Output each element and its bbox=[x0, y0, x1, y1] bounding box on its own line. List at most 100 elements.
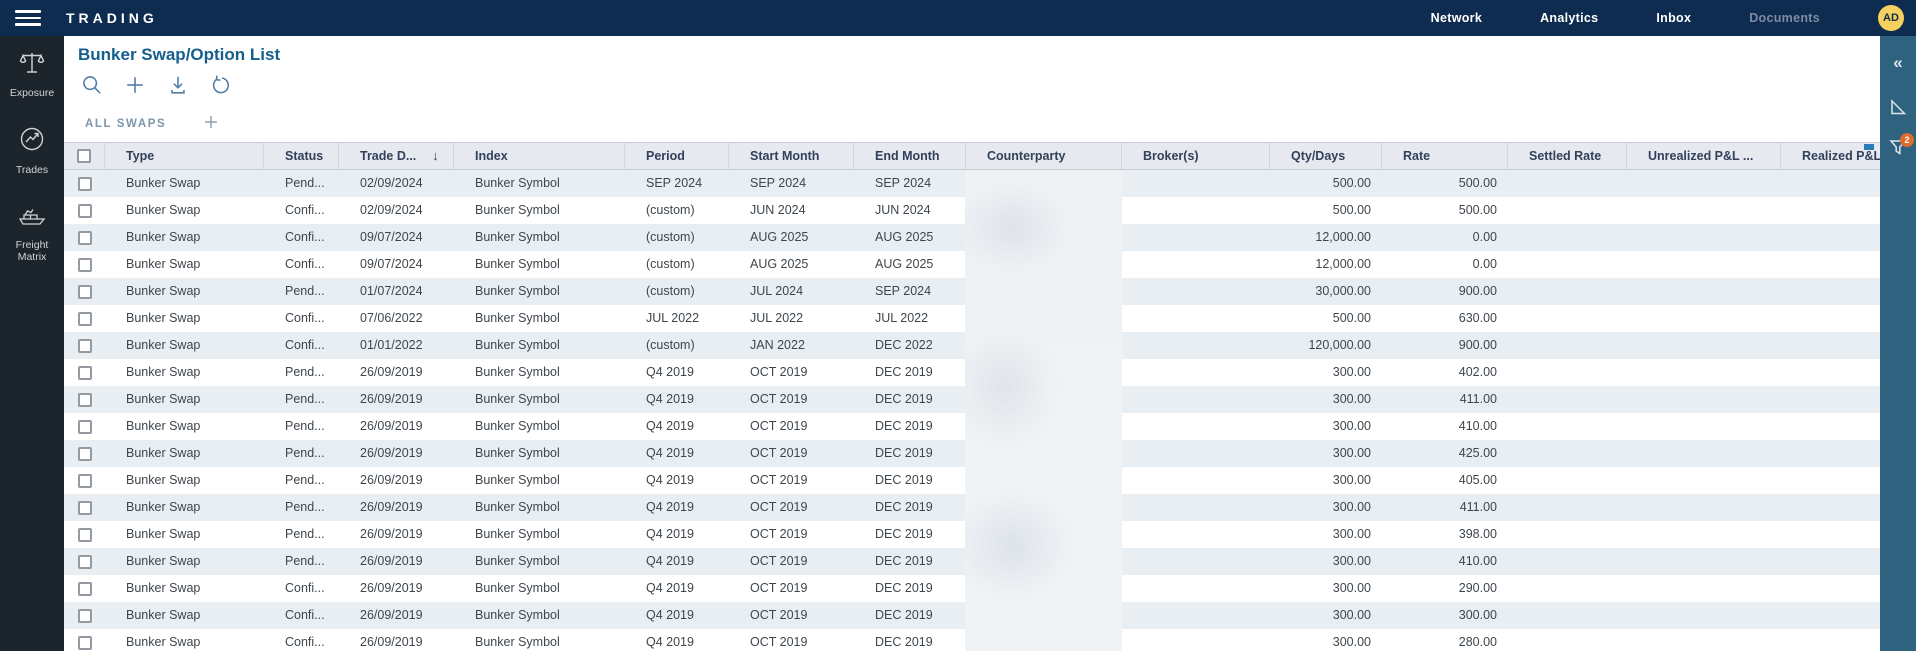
cell-settled-rate bbox=[1508, 278, 1627, 305]
cell-index: Bunker Symbol bbox=[454, 197, 625, 224]
nav-item-inbox[interactable]: Inbox bbox=[1656, 11, 1691, 25]
measure-tool-button[interactable] bbox=[1880, 92, 1916, 126]
row-checkbox[interactable] bbox=[78, 177, 92, 191]
nav-item-network[interactable]: Network bbox=[1431, 11, 1482, 25]
cell-settled-rate bbox=[1508, 251, 1627, 278]
col-header-qty-days[interactable]: Qty/Days bbox=[1270, 143, 1382, 169]
row-checkbox[interactable] bbox=[78, 231, 92, 245]
row-select-cell bbox=[64, 413, 105, 440]
cell-settled-rate bbox=[1508, 359, 1627, 386]
cell-start-month: SEP 2024 bbox=[729, 170, 854, 197]
download-button[interactable] bbox=[166, 75, 190, 99]
nav-item-analytics[interactable]: Analytics bbox=[1540, 11, 1598, 25]
cell-brokers bbox=[1122, 251, 1270, 278]
col-header-brokers[interactable]: Broker(s) bbox=[1122, 143, 1270, 169]
cell-brokers bbox=[1122, 305, 1270, 332]
cell-unrealized-pl bbox=[1627, 548, 1781, 575]
cell-unrealized-pl bbox=[1627, 278, 1781, 305]
row-select-cell bbox=[64, 602, 105, 629]
cell-start-month: AUG 2025 bbox=[729, 251, 854, 278]
add-trade-button[interactable] bbox=[123, 75, 147, 99]
row-checkbox[interactable] bbox=[78, 258, 92, 272]
row-checkbox[interactable] bbox=[78, 609, 92, 623]
sidebar-item-exposure[interactable]: Exposure bbox=[0, 36, 64, 99]
tab-all-swaps[interactable]: ALL SWAPS bbox=[85, 118, 166, 130]
cell-start-month: JUL 2024 bbox=[729, 278, 854, 305]
row-checkbox[interactable] bbox=[78, 420, 92, 434]
row-checkbox[interactable] bbox=[78, 447, 92, 461]
cell-period: Q4 2019 bbox=[625, 629, 729, 651]
add-tab-button[interactable] bbox=[202, 113, 220, 136]
view-tabs: ALL SWAPS bbox=[85, 112, 220, 136]
row-checkbox[interactable] bbox=[78, 285, 92, 299]
col-header-unrealized-pl[interactable]: Unrealized P&L ... bbox=[1627, 143, 1781, 169]
table-header-row: Type Status Trade D... ↓ Index Period St… bbox=[64, 142, 1880, 170]
cell-type: Bunker Swap bbox=[105, 170, 264, 197]
cell-realized-pl bbox=[1781, 386, 1880, 413]
row-checkbox[interactable] bbox=[78, 474, 92, 488]
row-checkbox[interactable] bbox=[78, 204, 92, 218]
cell-status: Pend... bbox=[264, 521, 339, 548]
row-checkbox[interactable] bbox=[78, 366, 92, 380]
cell-qty-days: 300.00 bbox=[1270, 548, 1382, 575]
col-header-start-month[interactable]: Start Month bbox=[729, 143, 854, 169]
row-checkbox[interactable] bbox=[78, 339, 92, 353]
nav-item-documents[interactable]: Documents bbox=[1749, 11, 1820, 25]
row-checkbox[interactable] bbox=[78, 528, 92, 542]
cell-trade-date: 26/09/2019 bbox=[339, 440, 454, 467]
cell-realized-pl bbox=[1781, 440, 1880, 467]
row-select-cell bbox=[64, 278, 105, 305]
cell-start-month: OCT 2019 bbox=[729, 467, 854, 494]
cell-status: Pend... bbox=[264, 440, 339, 467]
cell-settled-rate bbox=[1508, 224, 1627, 251]
cell-qty-days: 300.00 bbox=[1270, 602, 1382, 629]
sidebar-item-freight-matrix[interactable]: Freight Matrix bbox=[0, 188, 64, 263]
cell-period: (custom) bbox=[625, 197, 729, 224]
cell-unrealized-pl bbox=[1627, 332, 1781, 359]
cell-rate: 410.00 bbox=[1382, 413, 1508, 440]
cell-start-month: OCT 2019 bbox=[729, 413, 854, 440]
col-header-rate[interactable]: Rate bbox=[1382, 143, 1508, 169]
row-checkbox[interactable] bbox=[78, 393, 92, 407]
cell-index: Bunker Symbol bbox=[454, 521, 625, 548]
col-header-end-month[interactable]: End Month bbox=[854, 143, 966, 169]
sort-desc-icon[interactable]: ↓ bbox=[432, 143, 439, 169]
filter-button[interactable]: 2 bbox=[1880, 132, 1916, 166]
cell-qty-days: 300.00 bbox=[1270, 413, 1382, 440]
cell-settled-rate bbox=[1508, 170, 1627, 197]
scrollbar-thumb[interactable] bbox=[1864, 144, 1874, 150]
row-checkbox[interactable] bbox=[78, 501, 92, 515]
cell-end-month: DEC 2019 bbox=[854, 440, 966, 467]
user-avatar[interactable]: AD bbox=[1878, 5, 1904, 31]
search-button[interactable] bbox=[80, 75, 104, 99]
cell-realized-pl bbox=[1781, 251, 1880, 278]
col-header-index[interactable]: Index bbox=[454, 143, 625, 169]
col-header-type[interactable]: Type bbox=[105, 143, 264, 169]
col-header-status[interactable]: Status bbox=[264, 143, 339, 169]
cell-brokers bbox=[1122, 440, 1270, 467]
row-checkbox[interactable] bbox=[78, 636, 92, 650]
cell-trade-date: 09/07/2024 bbox=[339, 224, 454, 251]
select-all-checkbox[interactable] bbox=[77, 149, 91, 163]
cell-brokers bbox=[1122, 521, 1270, 548]
page-title: Bunker Swap/Option List bbox=[78, 45, 280, 65]
cell-status: Confi... bbox=[264, 602, 339, 629]
cell-brokers bbox=[1122, 494, 1270, 521]
collapse-panel-button[interactable]: « bbox=[1880, 46, 1916, 80]
hamburger-menu-icon[interactable] bbox=[15, 10, 41, 26]
cell-settled-rate bbox=[1508, 629, 1627, 651]
col-header-counterparty[interactable]: Counterparty bbox=[966, 143, 1122, 169]
row-checkbox[interactable] bbox=[78, 582, 92, 596]
cell-index: Bunker Symbol bbox=[454, 251, 625, 278]
row-checkbox[interactable] bbox=[78, 555, 92, 569]
sidebar-item-trades[interactable]: Trades bbox=[0, 111, 64, 176]
row-checkbox[interactable] bbox=[78, 312, 92, 326]
cell-brokers bbox=[1122, 629, 1270, 651]
col-header-settled-rate[interactable]: Settled Rate bbox=[1508, 143, 1627, 169]
col-header-period[interactable]: Period bbox=[625, 143, 729, 169]
cell-period: Q4 2019 bbox=[625, 521, 729, 548]
col-header-trade-date[interactable]: Trade D... ↓ bbox=[339, 143, 454, 169]
undo-refresh-button[interactable] bbox=[209, 75, 233, 99]
cell-qty-days: 300.00 bbox=[1270, 467, 1382, 494]
cell-rate: 425.00 bbox=[1382, 440, 1508, 467]
